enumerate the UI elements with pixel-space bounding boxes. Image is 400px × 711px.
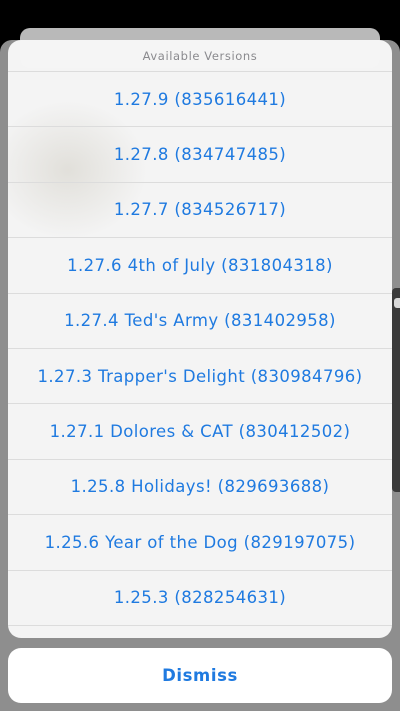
version-option-1-27-7[interactable]: 1.27.7 (834526717) xyxy=(8,183,392,239)
version-option-1-25-3[interactable]: 1.25.3 (828254631) xyxy=(8,571,392,626)
version-option-1-27-1[interactable]: 1.27.1 Dolores & CAT (830412502) xyxy=(8,404,392,460)
version-option-1-27-8[interactable]: 1.27.8 (834747485) xyxy=(8,127,392,183)
version-option-1-25-6[interactable]: 1.25.6 Year of the Dog (829197075) xyxy=(8,515,392,571)
dismiss-button[interactable]: Dismiss xyxy=(8,648,392,703)
version-option-1-25-8[interactable]: 1.25.8 Holidays! (829693688) xyxy=(8,460,392,516)
available-versions-sheet: Available Versions 1.27.9 (835616441) 1.… xyxy=(8,40,392,638)
version-option-1-27-9[interactable]: 1.27.9 (835616441) xyxy=(8,72,392,128)
sheet-title: Available Versions xyxy=(8,40,392,72)
background-edge-marker xyxy=(394,298,400,308)
version-option-1-27-6[interactable]: 1.27.6 4th of July (831804318) xyxy=(8,238,392,294)
version-list: 1.27.9 (835616441) 1.27.8 (834747485) 1.… xyxy=(8,72,392,626)
background-edge-element xyxy=(392,288,400,492)
version-option-1-27-4[interactable]: 1.27.4 Ted's Army (831402958) xyxy=(8,294,392,349)
version-option-1-27-3[interactable]: 1.27.3 Trapper's Delight (830984796) xyxy=(8,349,392,405)
